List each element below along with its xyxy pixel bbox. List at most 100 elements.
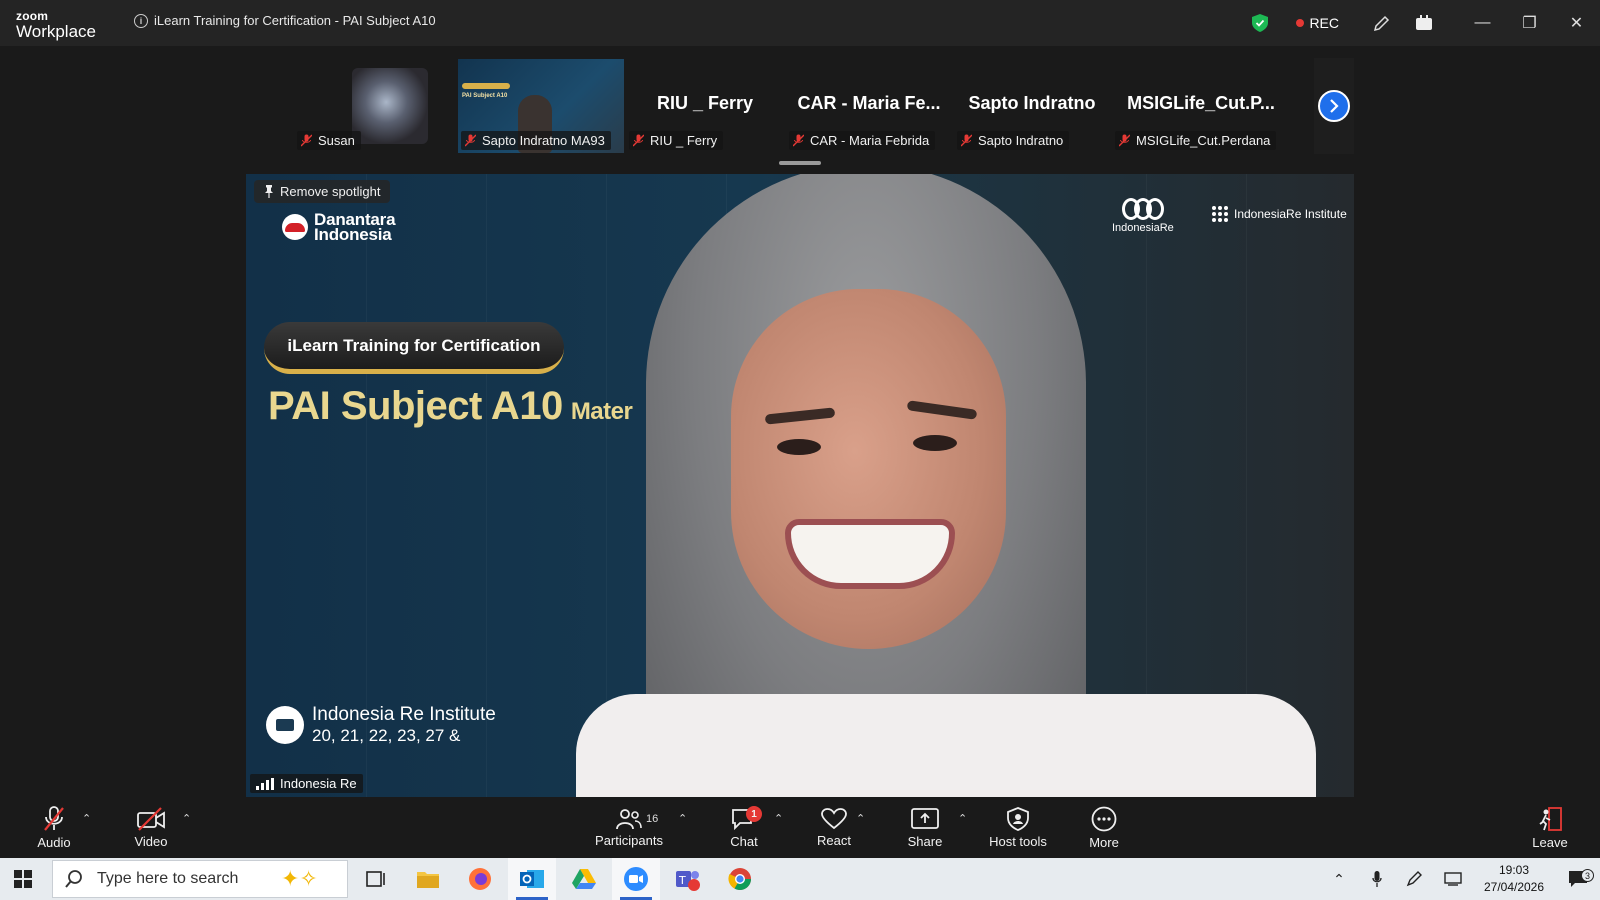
taskbar-clock[interactable]: 19:03 27/04/2026: [1472, 862, 1556, 896]
participants-options-caret[interactable]: ⌃: [678, 812, 687, 825]
info-icon[interactable]: i: [134, 13, 148, 28]
share-button[interactable]: Share: [903, 798, 947, 858]
participant-display-name: MSIGLife_Cut.P...: [1127, 92, 1275, 113]
chat-options-caret[interactable]: ⌃: [774, 812, 783, 825]
leave-button[interactable]: Leave: [1528, 798, 1572, 858]
participants-label: Participants: [595, 833, 663, 848]
next-page-button[interactable]: [1318, 90, 1350, 122]
leave-door-icon: [1539, 807, 1562, 831]
danantara-line2: Indonesia: [314, 225, 392, 244]
sparkle-icon: ✦✧: [281, 866, 318, 891]
participant-nametag: CAR - Maria Febrida: [789, 131, 936, 150]
notification-center-icon[interactable]: 3: [1556, 869, 1600, 888]
chat-label: Chat: [730, 834, 758, 849]
close-button[interactable]: ✕: [1553, 0, 1600, 46]
participant-nametag: Susan: [297, 131, 361, 150]
audio-label: Audio: [37, 835, 71, 850]
meeting-toolbar: Audio ⌃ Video ⌃ Participants 16 ⌃ Chat 1…: [0, 798, 1600, 858]
recording-indicator[interactable]: REC: [1296, 15, 1339, 31]
slide-thumb-subject: PAI Subject A10: [462, 93, 508, 99]
share-label: Share: [907, 834, 943, 849]
google-drive-icon[interactable]: [560, 858, 608, 900]
spotlight-label: Remove spotlight: [280, 184, 381, 199]
participant-tile-msiglife[interactable]: MSIGLife_Cut.P... MSIGLife_Cut.Perdana: [1111, 58, 1291, 154]
react-button[interactable]: React: [812, 798, 856, 858]
windows-taskbar: ✦✧ T ⌃ 19:03 27/04/2026: [0, 858, 1600, 900]
participant-nametag: Sapto Indratno MA93: [461, 131, 611, 150]
outlook-icon[interactable]: [508, 858, 556, 900]
notification-count: 3: [1581, 869, 1594, 882]
mic-muted-icon: [44, 806, 64, 831]
firefox-icon[interactable]: [456, 858, 504, 900]
danantara-mark-icon: [282, 214, 308, 240]
task-view-icon[interactable]: [352, 858, 400, 900]
svg-text:T: T: [678, 874, 686, 887]
heart-icon: [821, 808, 847, 830]
indonesiare-institute-label: IndonesiaRe Institute: [1234, 207, 1347, 221]
minimize-button[interactable]: —: [1459, 0, 1506, 46]
speaker-name: Indonesia Re: [280, 776, 357, 791]
participant-tile-sapto-ma93[interactable]: PAI Subject A10 Sapto Indratno MA93: [457, 58, 625, 154]
mic-muted-icon: [793, 134, 804, 147]
share-options-caret[interactable]: ⌃: [958, 812, 967, 825]
more-dots-icon: [1091, 806, 1117, 832]
participant-tile-sapto-indratno[interactable]: Sapto Indratno Sapto Indratno: [953, 58, 1111, 154]
pen-icon[interactable]: [1396, 871, 1434, 887]
file-explorer-icon[interactable]: [404, 858, 452, 900]
search-input[interactable]: [97, 870, 267, 888]
taskbar-search[interactable]: ✦✧: [52, 860, 348, 898]
audio-button[interactable]: Audio: [32, 798, 76, 858]
title-bar-controls: REC — ❐ ✕: [1252, 0, 1600, 46]
zoom-app-icon[interactable]: [612, 858, 660, 900]
chevron-right-icon: [1330, 99, 1339, 113]
chat-button[interactable]: Chat 1: [722, 798, 766, 858]
video-options-caret[interactable]: ⌃: [182, 812, 191, 825]
share-screen-icon: [911, 808, 939, 829]
camera-icon: [266, 706, 304, 744]
audio-options-caret[interactable]: ⌃: [82, 812, 91, 825]
brand-bottom: Workplace: [16, 22, 96, 41]
participant-nametag: RIU _ Ferry: [629, 131, 724, 150]
display-icon[interactable]: [1434, 872, 1472, 886]
chrome-icon[interactable]: [716, 858, 764, 900]
participant-nametag: Sapto Indratno: [957, 131, 1070, 150]
participants-button[interactable]: Participants: [592, 798, 666, 858]
participant-tile-riu-ferry[interactable]: RIU _ Ferry RIU _ Ferry: [625, 58, 785, 154]
restore-button[interactable]: ❐: [1506, 0, 1553, 46]
indonesiare-logo: IndonesiaRe: [1112, 198, 1174, 234]
react-options-caret[interactable]: ⌃: [856, 812, 865, 825]
spotlight-video[interactable]: Danantara Indonesia iLearn Training for …: [246, 174, 1354, 797]
strip-scroll-indicator[interactable]: [779, 161, 821, 165]
encryption-shield-icon[interactable]: [1252, 14, 1269, 32]
title-bar: zoom Workplace i iLearn Training for Cer…: [0, 0, 1600, 46]
participant-name: MSIGLife_Cut.Perdana: [1136, 133, 1271, 148]
host-tools-button[interactable]: Host tools: [986, 798, 1050, 858]
video-button[interactable]: Video: [126, 798, 176, 858]
participant-display-name: RIU _ Ferry: [656, 92, 754, 113]
danantara-logo: Danantara Indonesia: [282, 211, 396, 244]
show-hidden-icons-chevron[interactable]: ⌃: [1320, 871, 1358, 888]
certification-pill: iLearn Training for Certification: [264, 322, 564, 374]
pin-icon: [265, 185, 273, 198]
remove-spotlight-button[interactable]: Remove spotlight: [254, 180, 391, 203]
annotate-pen-icon[interactable]: [1369, 10, 1395, 36]
participant-name: Sapto Indratno: [978, 133, 1064, 148]
apps-grid-icon[interactable]: [1411, 10, 1437, 36]
institute-name: Indonesia Re Institute: [312, 704, 496, 725]
windows-start-icon[interactable]: [14, 870, 32, 888]
teams-icon[interactable]: T: [664, 858, 712, 900]
clock-time: 19:03: [1498, 863, 1530, 877]
shield-icon: [1007, 807, 1029, 831]
participant-tile-susan[interactable]: Susan: [293, 58, 457, 154]
more-button[interactable]: More: [1082, 798, 1126, 858]
video-label: Video: [134, 834, 168, 849]
speaker-video-feed: [546, 174, 1326, 797]
participant-nametag: MSIGLife_Cut.Perdana: [1115, 131, 1277, 150]
microphone-icon[interactable]: [1358, 871, 1396, 887]
clock-date: 27/04/2026: [1483, 880, 1545, 894]
institute-dates: 20, 21, 22, 23, 27 &: [312, 726, 461, 745]
meeting-title[interactable]: i iLearn Training for Certification - PA…: [134, 13, 436, 28]
participant-tile-car-maria[interactable]: CAR - Maria Fe... CAR - Maria Febrida: [785, 58, 953, 154]
chat-unread-badge: 1: [746, 806, 762, 822]
speaker-nametag: Indonesia Re: [250, 774, 363, 793]
